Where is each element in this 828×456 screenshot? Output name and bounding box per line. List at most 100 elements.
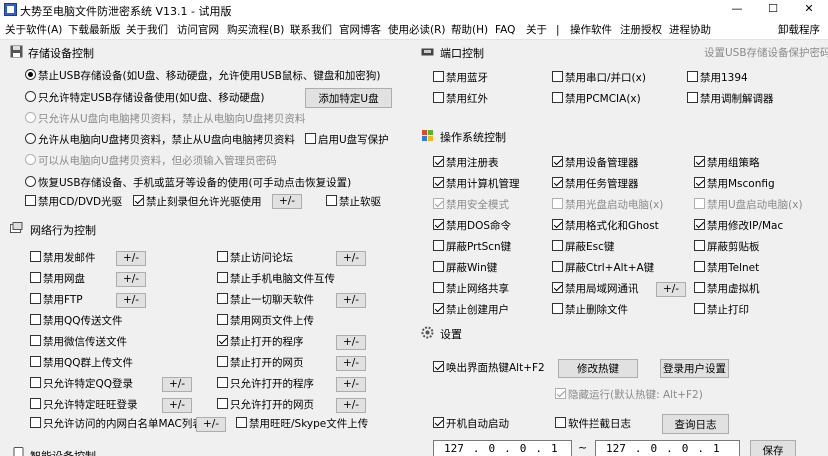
os-option-checkbox[interactable]: 屏蔽剪贴板: [694, 239, 760, 255]
disable-infrared-checkbox[interactable]: 禁用红外: [433, 91, 488, 107]
disable-wangwang-skype-upload-checkbox[interactable]: 禁用旺旺/Skype文件上传: [236, 416, 368, 432]
ftp-plus-minus-button[interactable]: +/-: [116, 293, 146, 308]
menu-about[interactable]: 关于: [526, 22, 547, 38]
burn-plus-minus-button[interactable]: +/-: [272, 194, 302, 209]
disable-ftp-checkbox[interactable]: 禁用FTP: [30, 292, 83, 308]
allow-webpages-checkbox[interactable]: 只允许打开的网页: [217, 397, 314, 413]
checkbox-box[interactable]: [433, 282, 444, 293]
checkbox-box[interactable]: [694, 177, 705, 188]
menu-purchase[interactable]: 购买流程(B): [227, 22, 284, 38]
radio-allow-specific-usb[interactable]: 只允许特定USB存储设备使用(如U盘、移动硬盘): [25, 90, 264, 106]
disable-phone-pc-transfer-checkbox[interactable]: 禁止手机电脑文件互传: [217, 271, 335, 287]
ip-start-octet-2[interactable]: 0: [489, 442, 496, 455]
os-option-checkbox[interactable]: 禁用组策略: [694, 155, 760, 171]
ip-end-octet-4[interactable]: 1: [713, 442, 720, 455]
menu-register[interactable]: 注册授权: [620, 22, 662, 38]
checkbox-box[interactable]: [433, 156, 444, 167]
close-button[interactable]: ✕: [792, 2, 826, 15]
modify-hotkey-button[interactable]: 修改热键: [558, 359, 638, 378]
checkbox-box[interactable]: [433, 303, 444, 314]
disable-floppy-checkbox[interactable]: 禁止软驱: [326, 194, 381, 210]
os-option-checkbox[interactable]: 禁用虚拟机: [694, 281, 760, 297]
qq-plus-minus-button[interactable]: +/-: [162, 377, 192, 392]
allow-specific-wangwang-checkbox[interactable]: 只允许特定旺旺登录: [30, 397, 138, 413]
minimize-button[interactable]: —: [720, 2, 754, 15]
checkbox-box[interactable]: [694, 282, 705, 293]
checkbox-box[interactable]: [433, 198, 444, 209]
ip-start-octet-3[interactable]: 0: [520, 442, 527, 455]
os-option-checkbox[interactable]: 禁用DOS命令: [433, 218, 511, 234]
ip-end-octet-1[interactable]: 127: [606, 442, 626, 455]
menu-official-site[interactable]: 访问官网: [177, 22, 219, 38]
disable-1394-checkbox[interactable]: 禁用1394: [687, 70, 748, 86]
menu-process-help[interactable]: 进程协助: [669, 22, 711, 38]
os-option-checkbox[interactable]: 屏蔽Ctrl+Alt+A键: [552, 260, 654, 276]
ip-range-start-input[interactable]: 127. 0. 0. 1: [433, 440, 572, 456]
checkbox-box[interactable]: [552, 219, 563, 230]
allow-programs-plus-minus-button[interactable]: +/-: [336, 377, 366, 392]
os-option-checkbox[interactable]: 禁用计算机管理: [433, 176, 520, 192]
checkbox-box[interactable]: [552, 282, 563, 293]
checkbox-box[interactable]: [433, 219, 444, 230]
disable-qq-group-upload-checkbox[interactable]: 禁用QQ群上传文件: [30, 355, 133, 371]
autostart-checkbox[interactable]: 开机自动启动: [433, 416, 509, 432]
disable-web-upload-checkbox[interactable]: 禁用网页文件上传: [217, 313, 314, 329]
menu-faq[interactable]: FAQ: [495, 22, 515, 38]
os-option-checkbox[interactable]: 禁用安全模式: [433, 197, 509, 213]
mac-plus-minus-button[interactable]: +/-: [196, 417, 226, 432]
checkbox-box[interactable]: [694, 303, 705, 314]
ip-range-end-input[interactable]: 127. 0. 0. 1: [595, 440, 740, 456]
disable-wechat-file-checkbox[interactable]: 禁用微信传送文件: [30, 334, 127, 350]
checkbox-box[interactable]: [552, 261, 563, 272]
os-option-checkbox[interactable]: 禁用任务管理器: [552, 176, 639, 192]
os-option-checkbox[interactable]: 禁用U盘启动电脑(x): [694, 197, 803, 213]
ip-end-octet-3[interactable]: 0: [682, 442, 689, 455]
disable-forum-checkbox[interactable]: 禁止访问论坛: [217, 250, 293, 266]
checkbox-box[interactable]: [552, 303, 563, 314]
usb-write-protect-checkbox[interactable]: 启用U盘写保护: [305, 132, 389, 148]
os-option-checkbox[interactable]: 屏蔽PrtScn键: [433, 239, 511, 255]
disable-pcmcia-checkbox[interactable]: 禁用PCMCIA(x): [552, 91, 641, 107]
allow-webpages-plus-minus-button[interactable]: +/-: [336, 398, 366, 413]
lan-plus-minus-button[interactable]: +/-: [656, 282, 686, 297]
add-specific-usb-button[interactable]: 添加特定U盘: [305, 88, 392, 108]
os-option-checkbox[interactable]: 禁用设备管理器: [552, 155, 639, 171]
disable-cd-dvd-checkbox[interactable]: 禁用CD/DVD光驱: [25, 194, 122, 210]
checkbox-box[interactable]: [694, 156, 705, 167]
login-user-settings-button[interactable]: 登录用户设置: [660, 359, 729, 378]
checkbox-box[interactable]: [694, 198, 705, 209]
forum-plus-minus-button[interactable]: +/-: [336, 251, 366, 266]
disable-qq-file-checkbox[interactable]: 禁用QQ传送文件: [30, 313, 123, 329]
menu-about-us[interactable]: 关于我们: [126, 22, 168, 38]
radio-copy-with-admin-password[interactable]: 可以从电脑向U盘拷贝资料，但必须输入管理员密码: [25, 153, 277, 169]
os-option-checkbox[interactable]: 禁止创建用户: [433, 302, 509, 318]
os-option-checkbox[interactable]: 禁用局域网通讯: [552, 281, 639, 297]
mac-whitelist-checkbox[interactable]: 只允许访问的内网白名单MAC列表: [30, 416, 203, 432]
radio-copy-pc-to-usb-only[interactable]: 允许从电脑向U盘拷贝资料，禁止从U盘向电脑拷贝资料: [25, 132, 295, 148]
programs-plus-minus-button[interactable]: +/-: [336, 335, 366, 350]
hidden-run-checkbox[interactable]: 隐藏运行(默认热键: Alt+F2): [555, 387, 703, 403]
checkbox-box[interactable]: [552, 156, 563, 167]
disable-email-checkbox[interactable]: 禁用发邮件: [30, 250, 96, 266]
os-option-checkbox[interactable]: 禁止打印: [694, 302, 749, 318]
checkbox-box[interactable]: [433, 177, 444, 188]
os-option-checkbox[interactable]: 禁用注册表: [433, 155, 499, 171]
intercept-log-checkbox[interactable]: 软件拦截日志: [555, 416, 631, 432]
menu-uninstall[interactable]: 卸载程序: [778, 22, 820, 38]
checkbox-box[interactable]: [694, 240, 705, 251]
allow-programs-checkbox[interactable]: 只允许打开的程序: [217, 376, 314, 392]
netdisk-plus-minus-button[interactable]: +/-: [116, 272, 146, 287]
radio-copy-usb-to-pc-only[interactable]: 只允许从U盘向电脑拷贝资料，禁止从电脑向U盘拷贝资料: [25, 111, 305, 127]
menu-download[interactable]: 下载最新版: [68, 22, 121, 38]
disable-serial-parallel-checkbox[interactable]: 禁用串口/并口(x): [552, 70, 646, 86]
save-button[interactable]: 保存: [750, 440, 796, 456]
checkbox-box[interactable]: [552, 177, 563, 188]
ip-start-octet-4[interactable]: 1: [551, 442, 558, 455]
webpages-plus-minus-button[interactable]: +/-: [336, 356, 366, 371]
os-option-checkbox[interactable]: 禁止删除文件: [552, 302, 628, 318]
os-option-checkbox[interactable]: 禁止网络共享: [433, 281, 509, 297]
menu-operate-software[interactable]: 操作软件: [570, 22, 612, 38]
hotkey-checkbox[interactable]: 唤出界面热键Alt+F2: [433, 360, 545, 376]
menu-must-read[interactable]: 使用必读(R): [388, 22, 446, 38]
menu-help[interactable]: 帮助(H): [451, 22, 488, 38]
